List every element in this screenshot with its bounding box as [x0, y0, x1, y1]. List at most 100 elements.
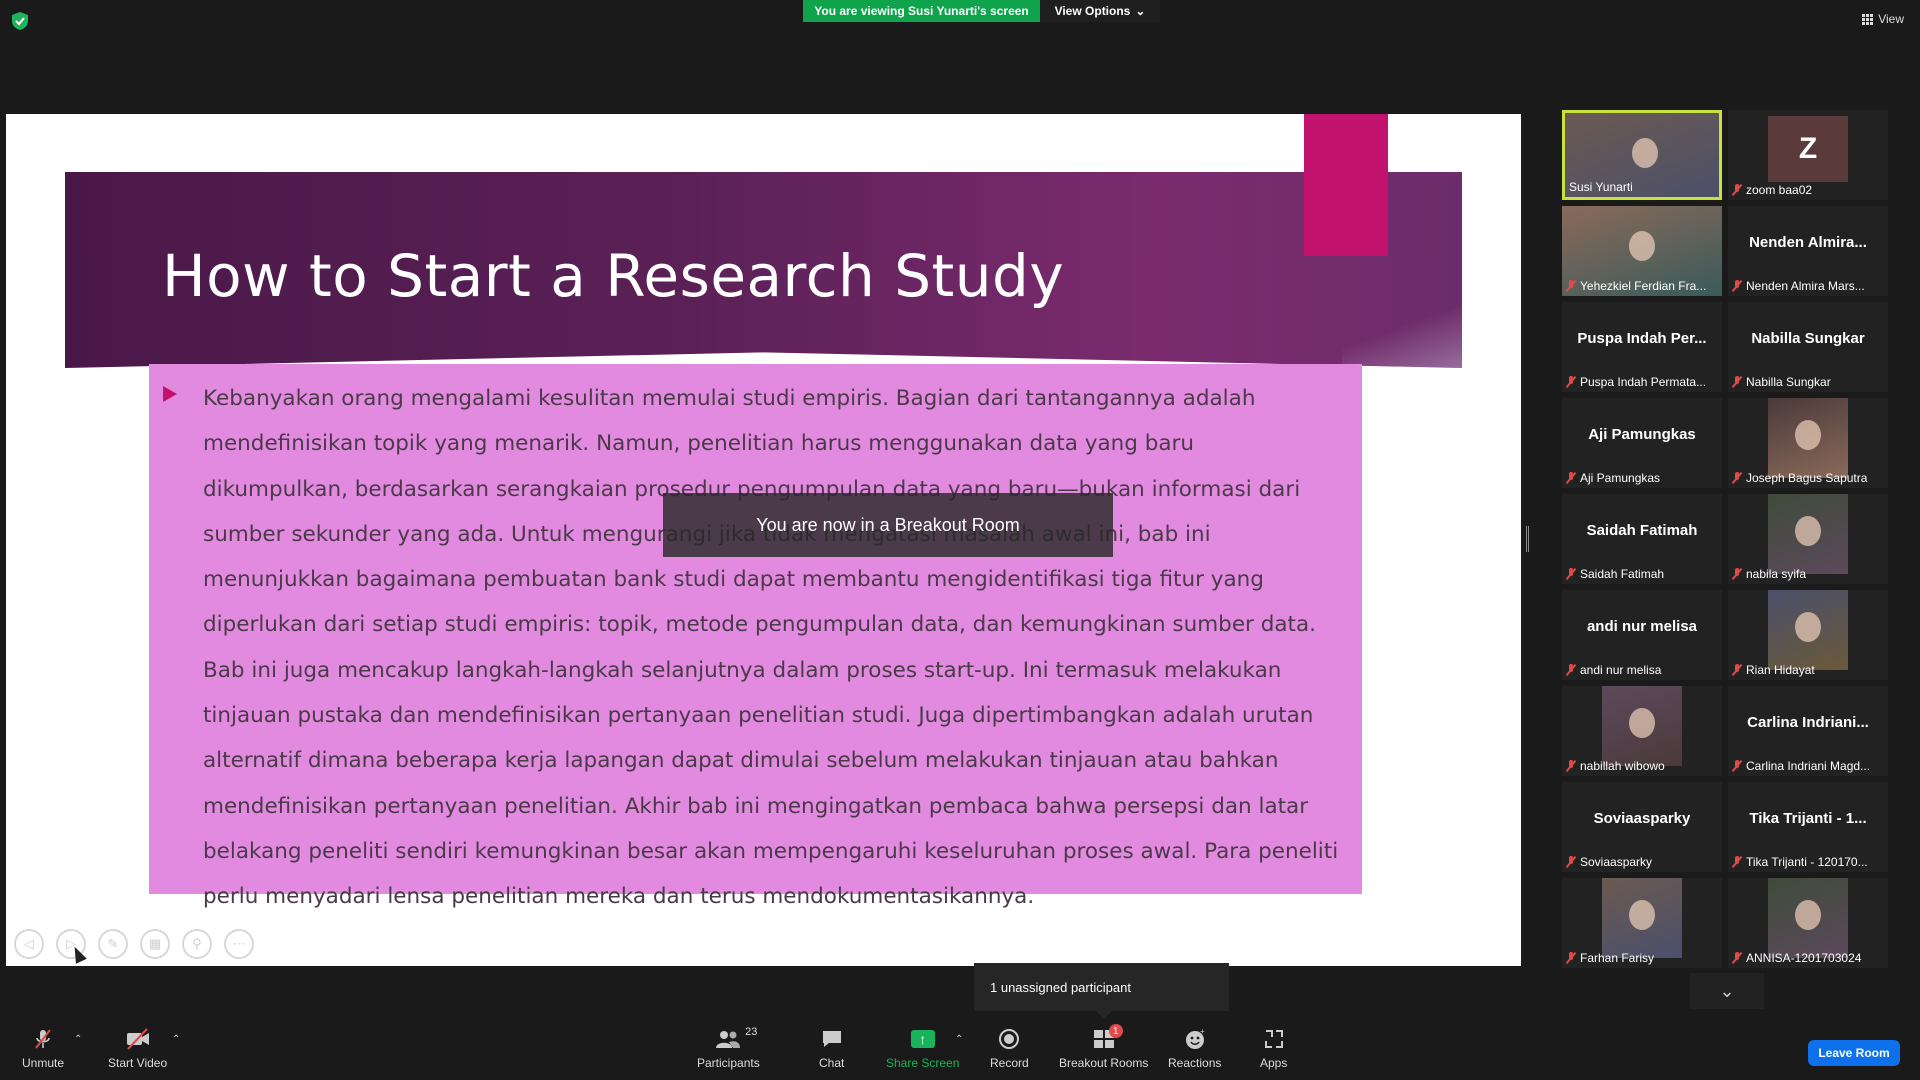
participant-tile[interactable]: Farhan Farisy [1562, 878, 1722, 968]
reactions-button[interactable]: + Reactions [1168, 1028, 1221, 1070]
participant-name: Tika Trijanti - 120170... [1746, 855, 1868, 869]
reactions-label: Reactions [1168, 1056, 1222, 1070]
muted-mic-icon [1566, 376, 1576, 388]
participant-display-name: Nabilla Sungkar [1751, 329, 1865, 347]
bullet-arrow-icon [163, 386, 177, 402]
participants-button[interactable]: 23 Participants [697, 1026, 760, 1070]
audio-options-caret-icon[interactable]: ⌃ [74, 1034, 82, 1045]
unmute-button[interactable]: Unmute [22, 1028, 64, 1070]
viewing-screen-banner: You are viewing Susi Yunarti's screen [803, 0, 1040, 22]
muted-mic-icon [1732, 664, 1742, 676]
muted-mic-icon [32, 1028, 54, 1050]
participant-video [1768, 398, 1848, 478]
participant-tile[interactable]: Rian Hidayat [1728, 590, 1888, 680]
participant-tile[interactable]: Saidah Fatimah Saidah Fatimah [1562, 494, 1722, 584]
participant-name-bar: Farhan Farisy [1566, 951, 1718, 965]
participant-name-bar: Yehezkiel Ferdian Fra... [1566, 279, 1718, 293]
participant-tile[interactable]: Nenden Almira... Nenden Almira Mars... [1728, 206, 1888, 296]
participant-video [1768, 878, 1848, 958]
participant-tile[interactable]: nabila syifa [1728, 494, 1888, 584]
participant-tile[interactable]: ANNISA-1201703024 [1728, 878, 1888, 968]
muted-mic-icon [1732, 280, 1742, 292]
person-silhouette-icon [1795, 420, 1821, 451]
participant-name-bar: zoom baa02 [1732, 183, 1884, 197]
participant-tile[interactable]: Carlina Indriani... Carlina Indriani Magd… [1728, 686, 1888, 776]
muted-mic-icon [1566, 760, 1576, 772]
participant-name: Soviaasparky [1580, 855, 1653, 869]
prev-slide-icon[interactable]: ◁ [14, 929, 44, 959]
participant-display-name: Tika Trijanti - 1... [1749, 809, 1867, 827]
video-off-icon [125, 1028, 151, 1050]
participant-display-name: Soviaasparky [1593, 809, 1691, 827]
participant-name-bar: Susi Yunarti [1569, 180, 1715, 194]
person-silhouette-icon [1795, 612, 1821, 643]
participant-tile[interactable]: Tika Trijanti - 1... Tika Trijanti - 1201… [1728, 782, 1888, 872]
top-bar: You are viewing Susi Yunarti's screen Vi… [0, 0, 1920, 30]
muted-mic-icon [1732, 568, 1742, 580]
participant-tile[interactable]: Soviaasparky Soviaasparky [1562, 782, 1722, 872]
participant-name-bar: Nabilla Sungkar [1732, 375, 1884, 389]
participants-count: 23 [745, 1026, 758, 1038]
smiley-icon: + [1184, 1028, 1206, 1050]
slide-body-text: Kebanyakan orang mengalami kesulitan mem… [203, 386, 1339, 910]
participant-display-name: Nenden Almira... [1749, 233, 1867, 251]
chat-button[interactable]: Chat [819, 1028, 844, 1070]
breakout-rooms-button[interactable]: 1 Breakout Rooms [1059, 1024, 1149, 1070]
participant-tile[interactable]: Aji Pamungkas Aji Pamungkas [1562, 398, 1722, 488]
participant-tile[interactable]: Joseph Bagus Saputra [1728, 398, 1888, 488]
participant-tile[interactable]: Puspa Indah Per... Puspa Indah Permata... [1562, 302, 1722, 392]
leave-room-button[interactable]: Leave Room [1808, 1040, 1900, 1066]
pen-icon[interactable]: ✎ [98, 929, 128, 959]
muted-mic-icon [1566, 856, 1576, 868]
muted-mic-icon [1732, 184, 1742, 196]
muted-mic-icon [1732, 760, 1742, 772]
participant-tile[interactable]: Susi Yunarti [1562, 110, 1722, 200]
participant-name: Saidah Fatimah [1580, 567, 1665, 581]
participant-name-bar: Tika Trijanti - 120170... [1732, 855, 1884, 869]
breakout-rooms-label: Breakout Rooms [1059, 1056, 1149, 1070]
share-screen-button[interactable]: ↑ Share Screen [886, 1028, 959, 1070]
participant-display-name: Saidah Fatimah [1586, 521, 1698, 539]
slides-grid-icon[interactable]: ▦ [140, 929, 170, 959]
participant-tile[interactable]: Zzoom baa02 [1728, 110, 1888, 200]
view-button[interactable]: View [1862, 12, 1904, 26]
security-shield-icon[interactable] [12, 12, 28, 30]
participant-tile[interactable]: Nabilla Sungkar Nabilla Sungkar [1728, 302, 1888, 392]
participant-name: Nenden Almira Mars... [1746, 279, 1865, 293]
muted-mic-icon [1732, 952, 1742, 964]
apps-button[interactable]: Apps [1260, 1028, 1287, 1070]
start-video-button[interactable]: Start Video [108, 1028, 167, 1070]
more-icon[interactable]: ⋯ [224, 929, 254, 959]
participant-tile[interactable]: nabillah wibowo [1562, 686, 1722, 776]
chat-label: Chat [819, 1056, 845, 1070]
panel-resize-handle[interactable] [1526, 526, 1529, 552]
person-silhouette-icon [1629, 231, 1655, 262]
shared-screen: How to Start a Research Study Kebanyakan… [6, 114, 1521, 966]
zoom-icon[interactable]: ⚲ [182, 929, 212, 959]
muted-mic-icon [1566, 280, 1576, 292]
meeting-toolbar: Unmute ⌃ Start Video ⌃ 23 Participants C… [0, 1020, 1920, 1080]
participant-tile[interactable]: Yehezkiel Ferdian Fra... [1562, 206, 1722, 296]
participant-tile[interactable]: andi nur melisa andi nur melisa [1562, 590, 1722, 680]
person-silhouette-icon [1629, 900, 1655, 931]
participant-name: ANNISA-1201703024 [1746, 951, 1862, 965]
participant-name: andi nur melisa [1580, 663, 1662, 677]
participant-display-name: Carlina Indriani... [1747, 713, 1869, 731]
avatar: Z [1768, 116, 1848, 182]
participant-name-bar: Saidah Fatimah [1566, 567, 1718, 581]
slide-accent-tab [1304, 114, 1388, 256]
chevron-down-icon: ⌄ [1719, 980, 1735, 1001]
participant-name-bar: Soviaasparky [1566, 855, 1718, 869]
video-options-caret-icon[interactable]: ⌃ [172, 1034, 180, 1045]
participant-name: zoom baa02 [1746, 183, 1813, 197]
share-options-caret-icon[interactable]: ⌃ [955, 1034, 963, 1045]
participant-display-name: Puspa Indah Per... [1577, 329, 1707, 347]
muted-mic-icon [1732, 472, 1742, 484]
view-options-button[interactable]: View Options ⌄ [1040, 0, 1160, 22]
record-icon [998, 1028, 1020, 1050]
record-button[interactable]: Record [990, 1028, 1029, 1070]
participant-name-bar: Aji Pamungkas [1566, 471, 1718, 485]
muted-mic-icon [1566, 472, 1576, 484]
gallery-next-page-button[interactable]: ⌄ [1690, 973, 1764, 1009]
view-options-label: View Options [1054, 4, 1131, 18]
